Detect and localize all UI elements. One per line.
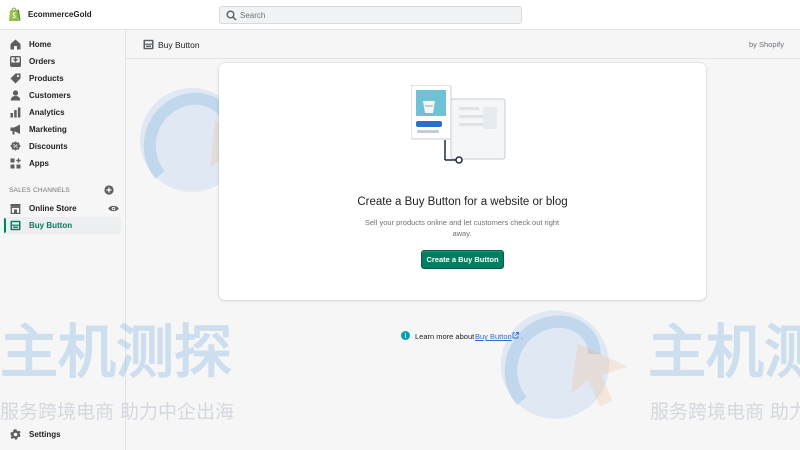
sales-channels-heading: SALES CHANNELS (9, 187, 70, 194)
sidebar-item-settings[interactable]: Settings (4, 426, 121, 443)
sidebar-item-label: Home (29, 40, 52, 49)
card-title: Create a Buy Button for a website or blo… (357, 196, 568, 208)
app-author: by Shopify (748, 40, 784, 49)
sidebar-item-orders[interactable]: Orders (4, 53, 121, 70)
sidebar-item-apps[interactable]: Apps (4, 155, 121, 172)
sidebar-item-label: Settings (29, 430, 61, 439)
sidebar-item-label: Apps (29, 159, 49, 168)
buy-button-icon (10, 220, 21, 231)
top-bar: EcommerceGold Search (0, 0, 800, 30)
sidebar-item-label: Customers (29, 91, 71, 100)
chart-icon (10, 107, 21, 118)
page-header: Buy Button by Shopify (126, 30, 800, 59)
sidebar-item-label: Online Store (29, 204, 77, 213)
sidebar-item-marketing[interactable]: Marketing (4, 121, 121, 138)
sidebar-item-label: Orders (29, 57, 56, 66)
card-description: Sell your products online and let custom… (364, 218, 560, 238)
discount-icon (10, 141, 21, 151)
info-icon (401, 331, 410, 340)
search-placeholder: Search (240, 11, 266, 20)
tag-icon (10, 73, 21, 84)
sidebar-item-label: Buy Button (29, 221, 73, 230)
empty-state-card: Create a Buy Button for a website or blo… (219, 63, 706, 300)
orders-icon (10, 56, 21, 67)
sidebar-item-discounts[interactable]: Discounts (4, 138, 121, 155)
store-name[interactable]: EcommerceGold (28, 10, 92, 19)
sidebar-item-products[interactable]: Products (4, 70, 121, 87)
eye-icon[interactable] (108, 204, 119, 213)
person-icon (10, 90, 21, 101)
home-icon (10, 39, 21, 50)
external-link-icon[interactable] (512, 332, 519, 339)
sidebar-item-online-store[interactable]: Online Store (4, 200, 121, 217)
sidebar-item-buy-button[interactable]: Buy Button (4, 217, 121, 234)
watermark-brand: 主机测探 (648, 318, 800, 386)
sidebar-item-customers[interactable]: Customers (4, 87, 121, 104)
learn-more-period: . (521, 332, 524, 341)
gear-icon (10, 429, 21, 440)
shopify-logo-icon[interactable] (8, 7, 21, 22)
sidebar-item-label: Marketing (29, 125, 67, 134)
sidebar-item-label: Analytics (29, 108, 65, 117)
watermark-logo-icon (500, 310, 628, 419)
learn-more-text: Learn more about (415, 332, 475, 341)
apps-icon (10, 158, 21, 169)
sidebar-item-analytics[interactable]: Analytics (4, 104, 121, 121)
megaphone-icon (10, 124, 20, 135)
sidebar: Home Orders Products Customers Analytics… (0, 30, 126, 450)
search-input[interactable]: Search (219, 6, 522, 24)
sidebar-item-home[interactable]: Home (4, 36, 121, 53)
store-icon (10, 204, 21, 214)
sidebar-item-label: Products (29, 74, 64, 83)
watermark-slogan: 服务跨境电商 助力中企出海 (650, 401, 800, 423)
buy-button-illustration-icon (411, 85, 506, 164)
sidebar-item-label: Discounts (29, 142, 68, 151)
search-icon (226, 10, 237, 21)
add-channel-icon[interactable] (104, 185, 114, 195)
create-buy-button[interactable]: Create a Buy Button (421, 250, 504, 269)
buy-button-help-link[interactable]: Buy Button (475, 332, 512, 341)
active-indicator (4, 218, 6, 233)
buy-button-header-icon (143, 39, 154, 50)
page-title: Buy Button (158, 40, 200, 50)
